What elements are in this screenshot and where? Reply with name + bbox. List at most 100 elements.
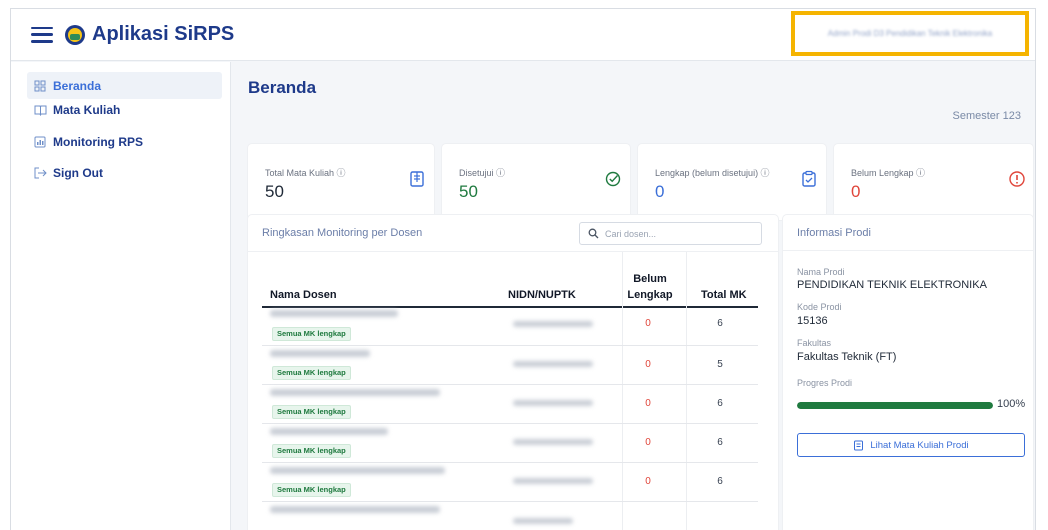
belum-lengkap-value: 0	[645, 437, 651, 448]
stat-card-total: Total Mata Kuliah ⓘ 50	[248, 144, 434, 220]
status-badge: Semua MK lengkap	[272, 444, 351, 458]
info-prodi-panel: Informasi Prodi Nama Prodi PENDIDIKAN TE…	[783, 215, 1033, 530]
nidn-redacted	[513, 321, 593, 327]
sidebar-item-sign-out[interactable]: Sign Out	[27, 159, 222, 186]
dashboard-icon	[33, 79, 47, 93]
app-logo	[65, 24, 85, 45]
column-header-total: Total MK	[701, 289, 747, 301]
search-icon	[588, 228, 599, 239]
search-box[interactable]	[579, 222, 762, 245]
status-badge: Semua MK lengkap	[272, 483, 351, 497]
dosen-name-redacted	[270, 506, 440, 513]
sidebar-item-beranda[interactable]: Beranda	[27, 72, 222, 99]
column-header-nama: Nama Dosen	[270, 289, 337, 301]
nama-prodi-value: PENDIDIKAN TEKNIK ELEKTRONIKA	[797, 279, 987, 291]
sign-out-icon	[33, 166, 47, 180]
clipboard-icon	[410, 171, 424, 187]
alert-circle-icon	[1009, 171, 1025, 187]
info-prodi-header: Informasi Prodi	[783, 215, 1033, 251]
column-header-belum: Belum Lengkap	[625, 273, 675, 302]
sidebar-item-label: Beranda	[53, 78, 102, 93]
clipboard-check-icon	[802, 170, 816, 187]
nidn-redacted	[513, 518, 573, 524]
column-header-belum-line1: Belum	[633, 273, 667, 285]
nidn-redacted	[513, 400, 593, 406]
total-mk-value: 6	[717, 437, 723, 448]
fakultas-label: Fakultas	[797, 338, 832, 348]
lihat-mata-kuliah-button[interactable]: Lihat Mata Kuliah Prodi	[797, 433, 1025, 457]
column-separator	[622, 252, 623, 530]
belum-lengkap-value: 0	[645, 359, 651, 370]
status-badge: Semua MK lengkap	[272, 405, 351, 419]
stat-card-belum-lengkap: Belum Lengkap ⓘ 0	[834, 144, 1033, 220]
sidebar: Beranda Mata Kuliah Monitoring RPS Sign …	[11, 62, 231, 530]
progress-fill	[797, 402, 993, 409]
nidn-redacted	[513, 478, 593, 484]
stat-label: Belum Lengkap ⓘ	[851, 168, 926, 178]
sidebar-item-label: Monitoring RPS	[53, 134, 143, 149]
dosen-name-redacted	[270, 428, 388, 435]
stat-label: Disetujui ⓘ	[459, 168, 506, 178]
stat-label: Total Mata Kuliah ⓘ	[265, 168, 346, 178]
main-content: Beranda Semester 123 Total Mata Kuliah ⓘ…	[232, 62, 1035, 530]
menu-icon[interactable]	[31, 26, 53, 43]
page-title: Beranda	[248, 78, 317, 97]
book-icon	[33, 103, 47, 117]
fakultas-value: Fakultas Teknik (FT)	[797, 351, 897, 363]
dosen-name-redacted	[270, 467, 445, 474]
row-divider	[262, 423, 758, 424]
column-separator	[686, 252, 687, 530]
app-window: Aplikasi SiRPS Admin Prodi D3 Pendidikan…	[10, 8, 1036, 530]
sidebar-item-mata-kuliah[interactable]: Mata Kuliah	[27, 96, 222, 123]
column-header-nidn: NIDN/NUPTK	[508, 289, 576, 301]
info-prodi-title: Informasi Prodi	[797, 227, 871, 239]
belum-lengkap-value: 0	[645, 398, 651, 409]
panel-divider	[248, 251, 778, 252]
progress-bar	[797, 402, 993, 409]
dosen-name-redacted	[270, 310, 398, 317]
semester-label: Semester 123	[952, 110, 1021, 122]
dosen-name-redacted	[270, 350, 370, 357]
sidebar-item-label: Mata Kuliah	[53, 102, 121, 117]
row-divider	[262, 384, 758, 385]
monitor-icon	[33, 135, 47, 149]
top-bar: Aplikasi SiRPS Admin Prodi D3 Pendidikan…	[11, 9, 1035, 61]
button-label: Lihat Mata Kuliah Prodi	[870, 439, 969, 451]
belum-lengkap-value: 0	[645, 476, 651, 487]
stat-label: Lengkap (belum disetujui) ⓘ	[655, 168, 770, 178]
nama-prodi-label: Nama Prodi	[797, 267, 845, 277]
app-title: Aplikasi SiRPS	[92, 23, 235, 45]
summary-title: Ringkasan Monitoring per Dosen	[262, 227, 423, 239]
sidebar-item-monitoring-rps[interactable]: Monitoring RPS	[27, 128, 222, 155]
kode-prodi-value: 15136	[797, 315, 828, 327]
kode-prodi-label: Kode Prodi	[797, 302, 842, 312]
check-circle-icon	[605, 171, 621, 187]
user-name: Admin Prodi D3 Pendidikan Teknik Elektro…	[827, 29, 993, 38]
stat-card-lengkap: Lengkap (belum disetujui) ⓘ 0	[638, 144, 826, 220]
total-mk-value: 6	[717, 476, 723, 487]
stat-value: 0	[655, 182, 665, 201]
status-badge: Semua MK lengkap	[272, 327, 351, 341]
document-icon	[854, 440, 864, 450]
belum-lengkap-value: 0	[645, 318, 651, 329]
row-divider	[262, 462, 758, 463]
column-header-belum-line2: Lengkap	[627, 289, 673, 301]
total-mk-value: 5	[717, 359, 723, 370]
progress-percent: 100%	[997, 398, 1026, 410]
status-badge: Semua MK lengkap	[272, 366, 351, 380]
nidn-redacted	[513, 361, 593, 367]
stat-value: 50	[459, 182, 478, 201]
stat-value: 50	[265, 182, 284, 201]
dosen-name-redacted	[270, 389, 440, 396]
stat-value: 0	[851, 182, 861, 201]
row-divider	[262, 501, 758, 502]
progres-label: Progres Prodi	[797, 378, 853, 388]
nidn-redacted	[513, 439, 593, 445]
table-header-rule	[262, 306, 758, 308]
total-mk-value: 6	[717, 398, 723, 409]
search-input[interactable]	[605, 228, 745, 239]
user-box[interactable]: Admin Prodi D3 Pendidikan Teknik Elektro…	[791, 11, 1029, 56]
row-divider	[262, 345, 758, 346]
sidebar-item-label: Sign Out	[53, 165, 103, 180]
stat-card-disetujui: Disetujui ⓘ 50	[442, 144, 630, 220]
